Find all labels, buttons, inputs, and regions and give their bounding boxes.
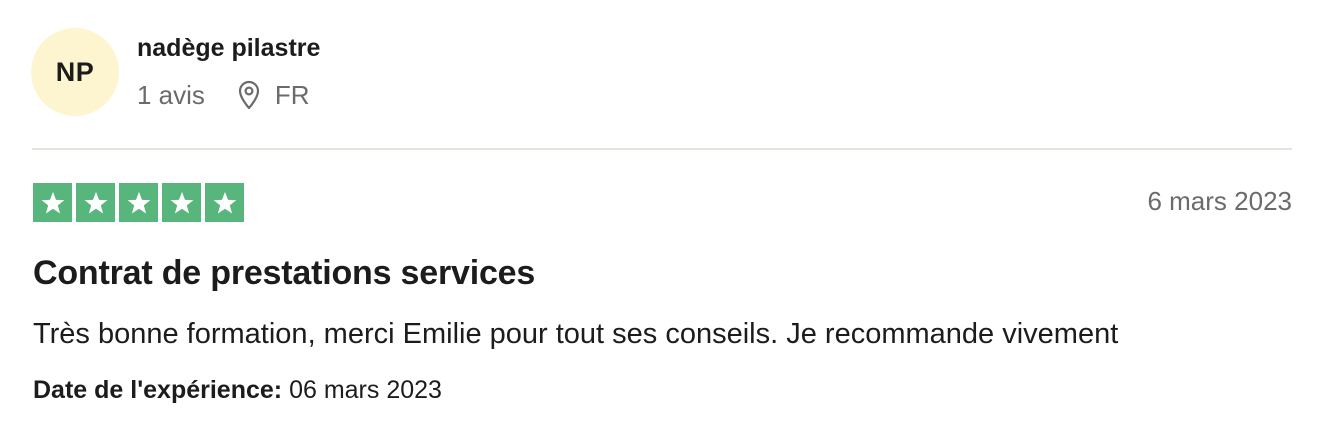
star-icon [211,189,239,217]
star-5 [205,183,244,222]
location-pin-icon [237,80,263,110]
star-icon [125,189,153,217]
avatar[interactable]: NP [31,28,119,116]
avatar-initials: NP [55,56,95,87]
star-rating [33,183,244,222]
star-1 [33,183,72,222]
reviewer-country: FR [274,79,310,110]
star-icon [39,189,67,217]
review-date: 6 mars 2023 [1147,186,1292,216]
experience-date-row: Date de l'expérience: 06 mars 2023 [33,376,442,405]
star-icon [82,189,110,217]
star-icon [168,189,196,217]
star-2 [76,183,115,222]
review-count: 1 avis [137,79,205,110]
star-4 [162,183,201,222]
review-body: Très bonne formation, merci Emilie pour … [33,318,1119,350]
reviewer-meta: 1 avis FR [137,78,310,112]
experience-date-value: 06 mars 2023 [289,376,442,404]
star-3 [119,183,158,222]
experience-date-label: Date de l'expérience: [33,376,283,404]
review-title[interactable]: Contrat de prestations services [33,254,535,293]
divider [32,148,1292,150]
reviewer-name[interactable]: nadège pilastre [137,34,320,63]
review-card: NP nadège pilastre 1 avis FR 6 mars 2023… [0,0,1330,438]
